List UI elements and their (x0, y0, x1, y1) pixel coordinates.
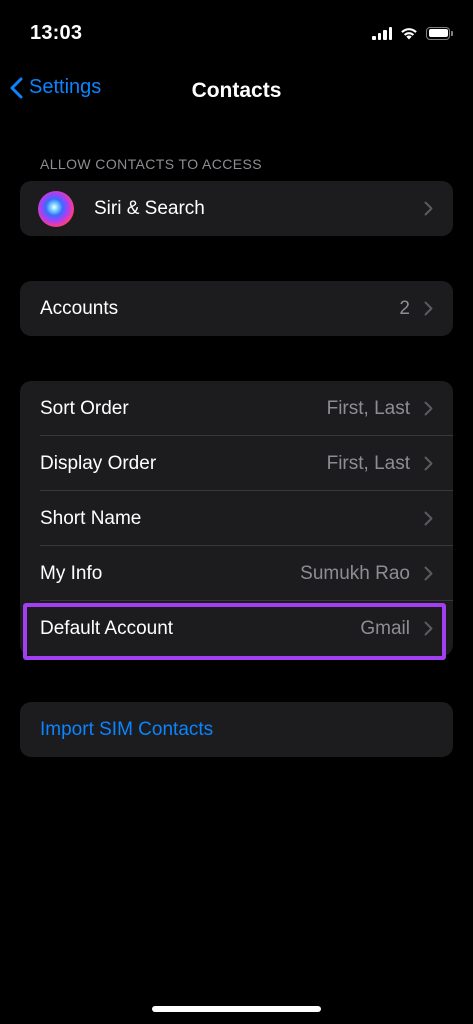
default-account-label: Default Account (40, 617, 174, 639)
display-order-row[interactable]: Display Order First, Last (20, 436, 453, 491)
cellular-signal-icon (372, 26, 392, 40)
accounts-count: 2 (399, 297, 410, 319)
import-group: Import SIM Contacts (20, 702, 453, 757)
status-icons (372, 26, 453, 40)
chevron-right-icon (424, 511, 433, 526)
sort-order-label: Sort Order (40, 397, 129, 419)
short-name-label: Short Name (40, 507, 142, 529)
chevron-right-icon (424, 621, 433, 636)
accounts-row[interactable]: Accounts 2 (20, 281, 453, 336)
display-order-value: First, Last (326, 452, 410, 474)
import-sim-contacts-label: Import SIM Contacts (40, 718, 214, 740)
section-header-allow-access: ALLOW CONTACTS TO ACCESS (40, 156, 262, 172)
chevron-right-icon (424, 456, 433, 471)
navigation-bar: Settings Contacts (0, 70, 473, 114)
accounts-label: Accounts (40, 297, 119, 319)
status-bar: 13:03 (0, 0, 473, 70)
accounts-group: Accounts 2 (20, 281, 453, 336)
default-account-row[interactable]: Default Account Gmail (20, 601, 453, 656)
contacts-settings-screen: 13:03 Settings Contacts ALLOW CONTACTS T… (0, 0, 473, 1024)
chevron-right-icon (424, 566, 433, 581)
sort-order-value: First, Last (326, 397, 410, 419)
contact-settings-group: Sort Order First, Last Display Order Fir… (20, 381, 453, 656)
status-time: 13:03 (30, 22, 83, 44)
display-order-label: Display Order (40, 452, 157, 474)
import-sim-contacts-button[interactable]: Import SIM Contacts (20, 702, 453, 757)
chevron-right-icon (424, 301, 433, 316)
chevron-right-icon (424, 201, 433, 216)
wifi-icon (401, 28, 417, 40)
chevron-right-icon (424, 401, 433, 416)
siri-icon (38, 190, 74, 227)
siri-search-row[interactable]: Siri & Search (20, 181, 453, 236)
my-info-value: Sumukh Rao (300, 562, 410, 584)
page-title: Contacts (191, 79, 282, 102)
sort-order-row[interactable]: Sort Order First, Last (20, 381, 453, 436)
battery-icon (426, 26, 453, 40)
my-info-row[interactable]: My Info Sumukh Rao (20, 546, 453, 601)
default-account-value: Gmail (360, 617, 410, 639)
home-indicator[interactable] (152, 1006, 321, 1012)
short-name-row[interactable]: Short Name (20, 491, 453, 546)
siri-search-label: Siri & Search (94, 197, 205, 219)
my-info-label: My Info (40, 562, 103, 584)
siri-group: Siri & Search (20, 181, 453, 236)
